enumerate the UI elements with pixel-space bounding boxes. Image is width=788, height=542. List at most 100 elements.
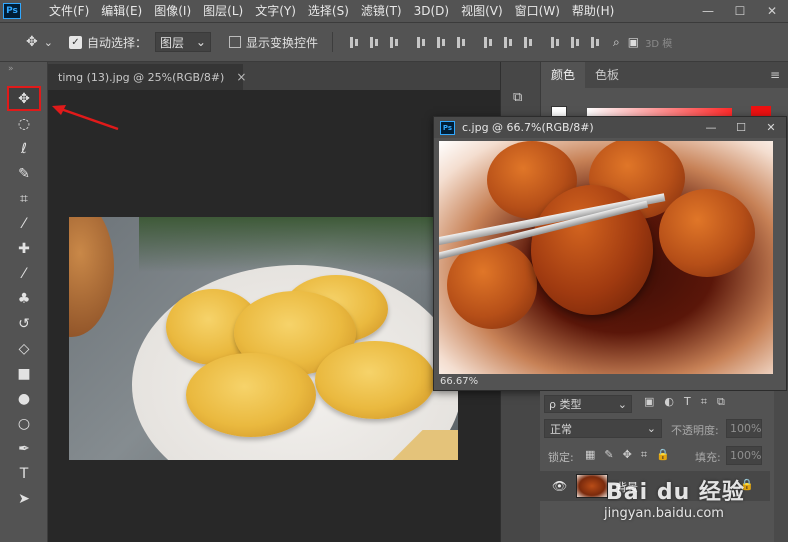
menu-image[interactable]: 图像(I) <box>148 0 197 22</box>
healing-tool[interactable]: ✚ <box>7 236 41 261</box>
history-brush-tool[interactable]: ↺ <box>7 311 41 336</box>
smart-object-filter-icon[interactable]: ⧉ <box>717 395 725 409</box>
auto-select-checkbox[interactable]: ✓ <box>68 35 82 49</box>
show-transform-label: 显示变换控件 <box>245 35 318 50</box>
eraser-tool[interactable]: ◇ <box>7 336 41 361</box>
brush-tool[interactable]: ⁄ <box>7 261 41 286</box>
gradient-icon: ■ <box>17 365 31 382</box>
type-filter-icon[interactable]: T <box>684 395 691 409</box>
close-button[interactable]: ✕ <box>756 117 786 138</box>
chevron-down-icon[interactable]: ⌄ <box>44 36 53 49</box>
main-document-image[interactable] <box>69 217 458 460</box>
lock-transparent-icon[interactable]: ▦ <box>585 448 595 462</box>
panel-tabs: 颜色 色板 ≡ <box>541 62 788 88</box>
lock-position-icon[interactable]: ✥ <box>623 448 632 462</box>
menu-window[interactable]: 窗口(W) <box>509 0 566 22</box>
menu-3d[interactable]: 3D(D) <box>408 0 455 22</box>
opacity-input[interactable]: 100% <box>726 419 762 438</box>
path-select-icon: ➤ <box>18 490 30 507</box>
move-icon[interactable]: ✥ <box>26 34 38 50</box>
lasso-icon: ℓ <box>21 140 27 157</box>
layer-filter-dropdown[interactable]: ρ 类型 ⌄ <box>544 395 632 413</box>
tab-color[interactable]: 颜色 <box>541 62 586 88</box>
menu-icon[interactable]: ≡ <box>770 68 780 82</box>
frame-icon[interactable]: ▣ <box>628 35 639 49</box>
blur-tool[interactable]: ● <box>7 386 41 411</box>
menu-select[interactable]: 选择(S) <box>302 0 355 22</box>
quick-select-tool[interactable]: ✎ <box>7 161 41 186</box>
layer-thumbnail <box>576 474 608 498</box>
fill-input[interactable]: 100% <box>726 446 762 465</box>
distribute-bottom-icon[interactable] <box>523 36 534 49</box>
lock-artboard-icon[interactable]: ⌗ <box>641 448 647 462</box>
minimize-button[interactable]: — <box>696 117 726 138</box>
marquee-icon: ◌ <box>17 115 31 132</box>
zoom-status[interactable]: 66.67% <box>440 376 478 387</box>
dodge-icon: ○ <box>17 415 31 432</box>
mode-3d-label[interactable]: 3D 模 <box>645 35 672 50</box>
distribute-vcenter-icon[interactable] <box>503 36 514 49</box>
lock-pixels-icon[interactable]: ✎ <box>604 448 613 462</box>
shape-filter-icon[interactable]: ⌗ <box>701 395 707 409</box>
type-icon: T <box>19 465 29 482</box>
menu-view[interactable]: 视图(V) <box>455 0 509 22</box>
pixel-filter-icon[interactable]: ▣ <box>644 395 654 409</box>
board-corner <box>378 430 458 460</box>
floating-window-titlebar[interactable]: Ps c.jpg @ 66.7%(RGB/8#) — ☐ ✕ <box>434 117 786 138</box>
distribute-hcenter-icon[interactable] <box>570 36 581 49</box>
align-left-icon[interactable] <box>416 36 427 49</box>
align-vcenter-icon[interactable] <box>369 36 380 49</box>
tab-swatches[interactable]: 色板 <box>585 62 629 88</box>
show-transform-checkbox[interactable] <box>228 36 241 48</box>
menu-layer[interactable]: 图层(L) <box>197 0 249 22</box>
menu-help[interactable]: 帮助(H) <box>566 0 620 22</box>
history-icon[interactable]: ⧉ <box>513 90 522 105</box>
menu-filter[interactable]: 滤镜(T) <box>355 0 408 22</box>
blur-icon: ● <box>17 390 31 407</box>
align-top-icon[interactable] <box>349 36 360 49</box>
align-hcenter-icon[interactable] <box>436 36 447 49</box>
menu-edit[interactable]: 编辑(E) <box>95 0 148 22</box>
maximize-button[interactable]: ☐ <box>726 117 756 138</box>
distribute-left-icon[interactable] <box>550 36 561 49</box>
close-button[interactable]: ✕ <box>756 0 788 22</box>
eye-icon[interactable]: 👁 <box>552 479 567 493</box>
auto-select-target-value: 图层 <box>159 35 184 50</box>
crop-tool[interactable]: ⌗ <box>7 186 41 211</box>
marquee-tool[interactable]: ◌ <box>7 111 41 136</box>
align-right-icon[interactable] <box>456 36 467 49</box>
type-tool[interactable]: T <box>7 461 41 486</box>
distribute-right-icon[interactable] <box>590 36 601 49</box>
distribute-group-horizontal <box>550 36 601 49</box>
align-bottom-icon[interactable] <box>389 36 400 49</box>
menu-file[interactable]: 文件(F) <box>43 0 95 22</box>
eyedropper-tool[interactable]: ⁄ <box>7 211 41 236</box>
lasso-tool[interactable]: ℓ <box>7 136 41 161</box>
blend-mode-dropdown[interactable]: 正常 ⌄ <box>544 419 662 438</box>
pen-tool[interactable]: ✒ <box>7 436 41 461</box>
document-tab[interactable]: timg (13).jpg @ 25%(RGB/8#) × <box>48 64 246 90</box>
separator <box>331 32 333 52</box>
dodge-tool[interactable]: ○ <box>7 411 41 436</box>
maximize-button[interactable]: ☐ <box>724 0 756 22</box>
layers-scrollbar[interactable] <box>774 391 788 542</box>
floating-document-window: Ps c.jpg @ 66.7%(RGB/8#) — ☐ ✕ 66.67% <box>433 116 787 391</box>
menu-type[interactable]: 文字(Y) <box>249 0 302 22</box>
search-icon[interactable]: ⌕ <box>613 35 620 50</box>
crop-icon: ⌗ <box>20 190 28 207</box>
auto-select-target-dropdown[interactable]: 图层 ⌄ <box>154 32 211 52</box>
window-controls: — ☐ ✕ <box>692 0 788 22</box>
minimize-button[interactable]: — <box>692 0 724 22</box>
gradient-tool[interactable]: ■ <box>7 361 41 386</box>
lock-all-icon[interactable]: 🔒 <box>656 448 670 462</box>
adjustment-filter-icon[interactable]: ◐ <box>664 395 674 409</box>
floating-document-image[interactable] <box>439 141 773 374</box>
healing-icon: ✚ <box>18 240 30 257</box>
panel-grip[interactable]: » <box>0 62 47 86</box>
move-icon: ✥ <box>18 90 30 107</box>
distribute-top-icon[interactable] <box>483 36 494 49</box>
close-icon[interactable]: × <box>236 70 246 84</box>
move-tool[interactable]: ✥ <box>7 86 41 111</box>
path-select-tool[interactable]: ➤ <box>7 486 41 511</box>
clone-stamp-tool[interactable]: ♣ <box>7 286 41 311</box>
